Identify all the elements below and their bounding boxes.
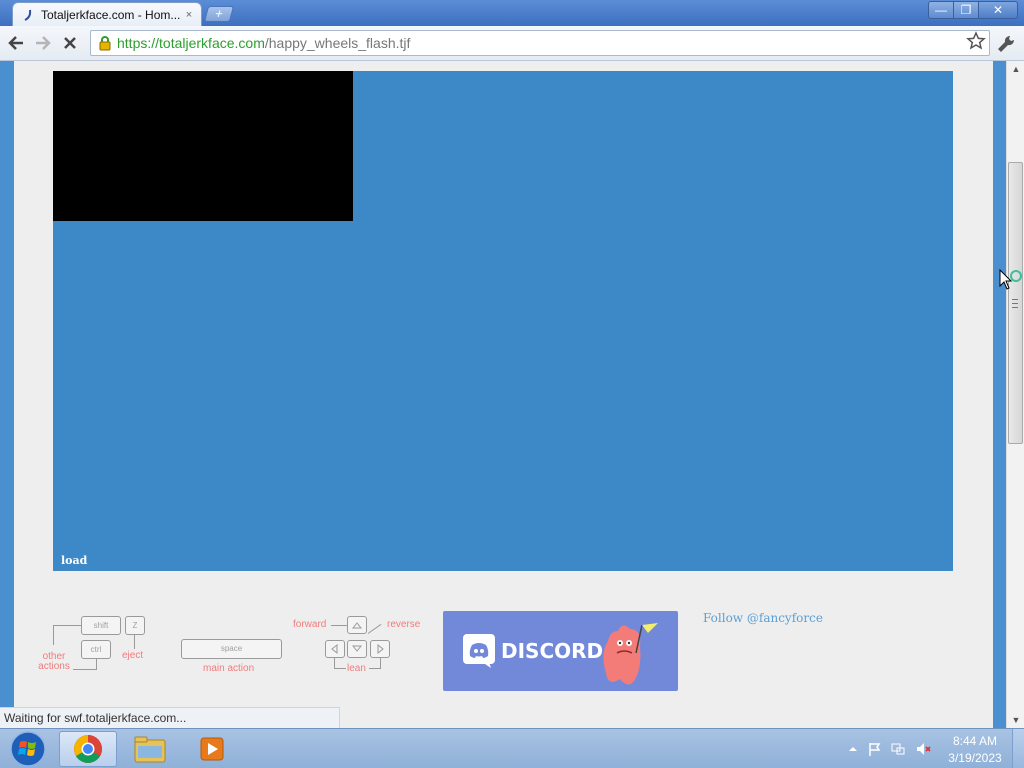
shift-connector (53, 625, 81, 626)
eject-label: eject (122, 650, 144, 661)
forward-arrow-icon (36, 36, 51, 50)
new-tab-button[interactable]: + (203, 6, 235, 22)
lock-icon (99, 36, 111, 51)
discord-banner[interactable]: DISCORD (443, 611, 678, 691)
right-arrow-key (370, 640, 390, 658)
browser-toolbar: https:// totaljerkface.com /happy_wheels… (0, 26, 1024, 61)
taskbar-explorer-button[interactable] (121, 731, 179, 767)
minimize-button[interactable]: — (928, 1, 954, 19)
up-triangle-icon (351, 622, 363, 629)
tjf-favicon-icon (21, 8, 35, 22)
wrench-icon[interactable] (996, 34, 1016, 54)
vertical-scrollbar[interactable]: ▲ ▼ (1006, 61, 1024, 728)
discord-logo-icon (463, 634, 495, 668)
windows-taskbar: 8:44 AM 3/19/2023 (0, 728, 1024, 768)
game-loading-panel (53, 71, 353, 221)
space-key: space (181, 639, 282, 659)
taskbar-mediaplayer-button[interactable] (183, 731, 241, 767)
url-scheme: https:// (117, 35, 160, 51)
down-triangle-icon (351, 645, 363, 652)
media-player-icon (200, 737, 224, 761)
flash-game-canvas[interactable]: load (53, 71, 953, 571)
scroll-down-arrow-icon[interactable]: ▼ (1007, 712, 1024, 728)
lean-label: lean (347, 663, 366, 674)
url-host: totaljerkface.com (159, 35, 265, 51)
left-triangle-icon (331, 643, 338, 655)
lean-connector-l (334, 668, 346, 669)
shift-key: shift (81, 616, 121, 635)
game-load-label: load (61, 554, 88, 567)
forward-label: forward (293, 619, 327, 630)
url-path: /happy_wheels_flash.tjf (264, 35, 411, 51)
action-center-flag-icon[interactable] (867, 741, 883, 757)
ctrl-key: ctrl (81, 640, 111, 659)
z-key: Z (125, 616, 145, 635)
bookmark-star-icon[interactable] (966, 31, 986, 51)
chrome-icon (74, 735, 102, 763)
right-triangle-icon (377, 643, 384, 655)
stop-button[interactable] (59, 32, 81, 54)
discord-mascot-icon (603, 623, 658, 685)
back-arrow-icon (8, 36, 23, 50)
page-border-left (0, 61, 14, 728)
ctrl-connector-h (73, 669, 97, 670)
network-icon[interactable] (890, 741, 906, 757)
forward-button[interactable] (32, 32, 54, 54)
stop-x-icon (64, 37, 76, 49)
maximize-button[interactable]: ❐ (953, 1, 979, 19)
other-actions-label: other actions (38, 651, 70, 672)
z-connector (134, 635, 135, 649)
up-arrow-key (347, 616, 367, 634)
lean-connector-r (369, 668, 381, 669)
taskbar-chrome-button[interactable] (59, 731, 117, 767)
address-bar[interactable]: https:// totaljerkface.com /happy_wheels… (90, 30, 990, 56)
follow-fancyforce-link[interactable]: Follow @fancyforce (703, 611, 823, 625)
scroll-grip-icon (1012, 299, 1018, 308)
tab-title: Totaljerkface.com - Hom... (41, 7, 181, 22)
ctrl-connector (96, 659, 97, 669)
down-arrow-key (347, 640, 367, 658)
show-hidden-icons-icon[interactable] (845, 741, 861, 757)
browser-tab[interactable]: Totaljerkface.com - Hom... × (12, 2, 202, 26)
close-window-button[interactable]: ✕ (978, 1, 1018, 19)
main-action-label: main action (203, 663, 255, 674)
folder-icon (134, 736, 166, 763)
clock-time[interactable]: 8:44 AM (950, 734, 1000, 748)
busy-cursor-icon (999, 268, 1022, 290)
other-connector (53, 625, 54, 645)
lean-connector-left (334, 658, 335, 668)
page-viewport: load shift Z ctrl other actions eject sp… (0, 61, 1006, 728)
reverse-label: reverse (387, 619, 421, 630)
lean-connector-right (380, 658, 381, 668)
clock-date[interactable]: 3/19/2023 (944, 751, 1006, 765)
tab-close-icon[interactable]: × (183, 9, 195, 21)
show-desktop-button[interactable] (1012, 729, 1024, 768)
window-titlebar: Totaljerkface.com - Hom... × + — ❐ ✕ (0, 0, 1024, 26)
left-arrow-key (325, 640, 345, 658)
status-bubble: Waiting for swf.totaljerkface.com... (0, 707, 340, 728)
back-button[interactable] (5, 32, 27, 54)
volume-muted-icon[interactable] (915, 741, 931, 757)
discord-label: DISCORD (501, 639, 604, 663)
forward-connector (331, 625, 347, 626)
start-orb-icon[interactable] (6, 730, 50, 768)
page-border-right (993, 61, 1006, 728)
scroll-up-arrow-icon[interactable]: ▲ (1007, 61, 1024, 77)
